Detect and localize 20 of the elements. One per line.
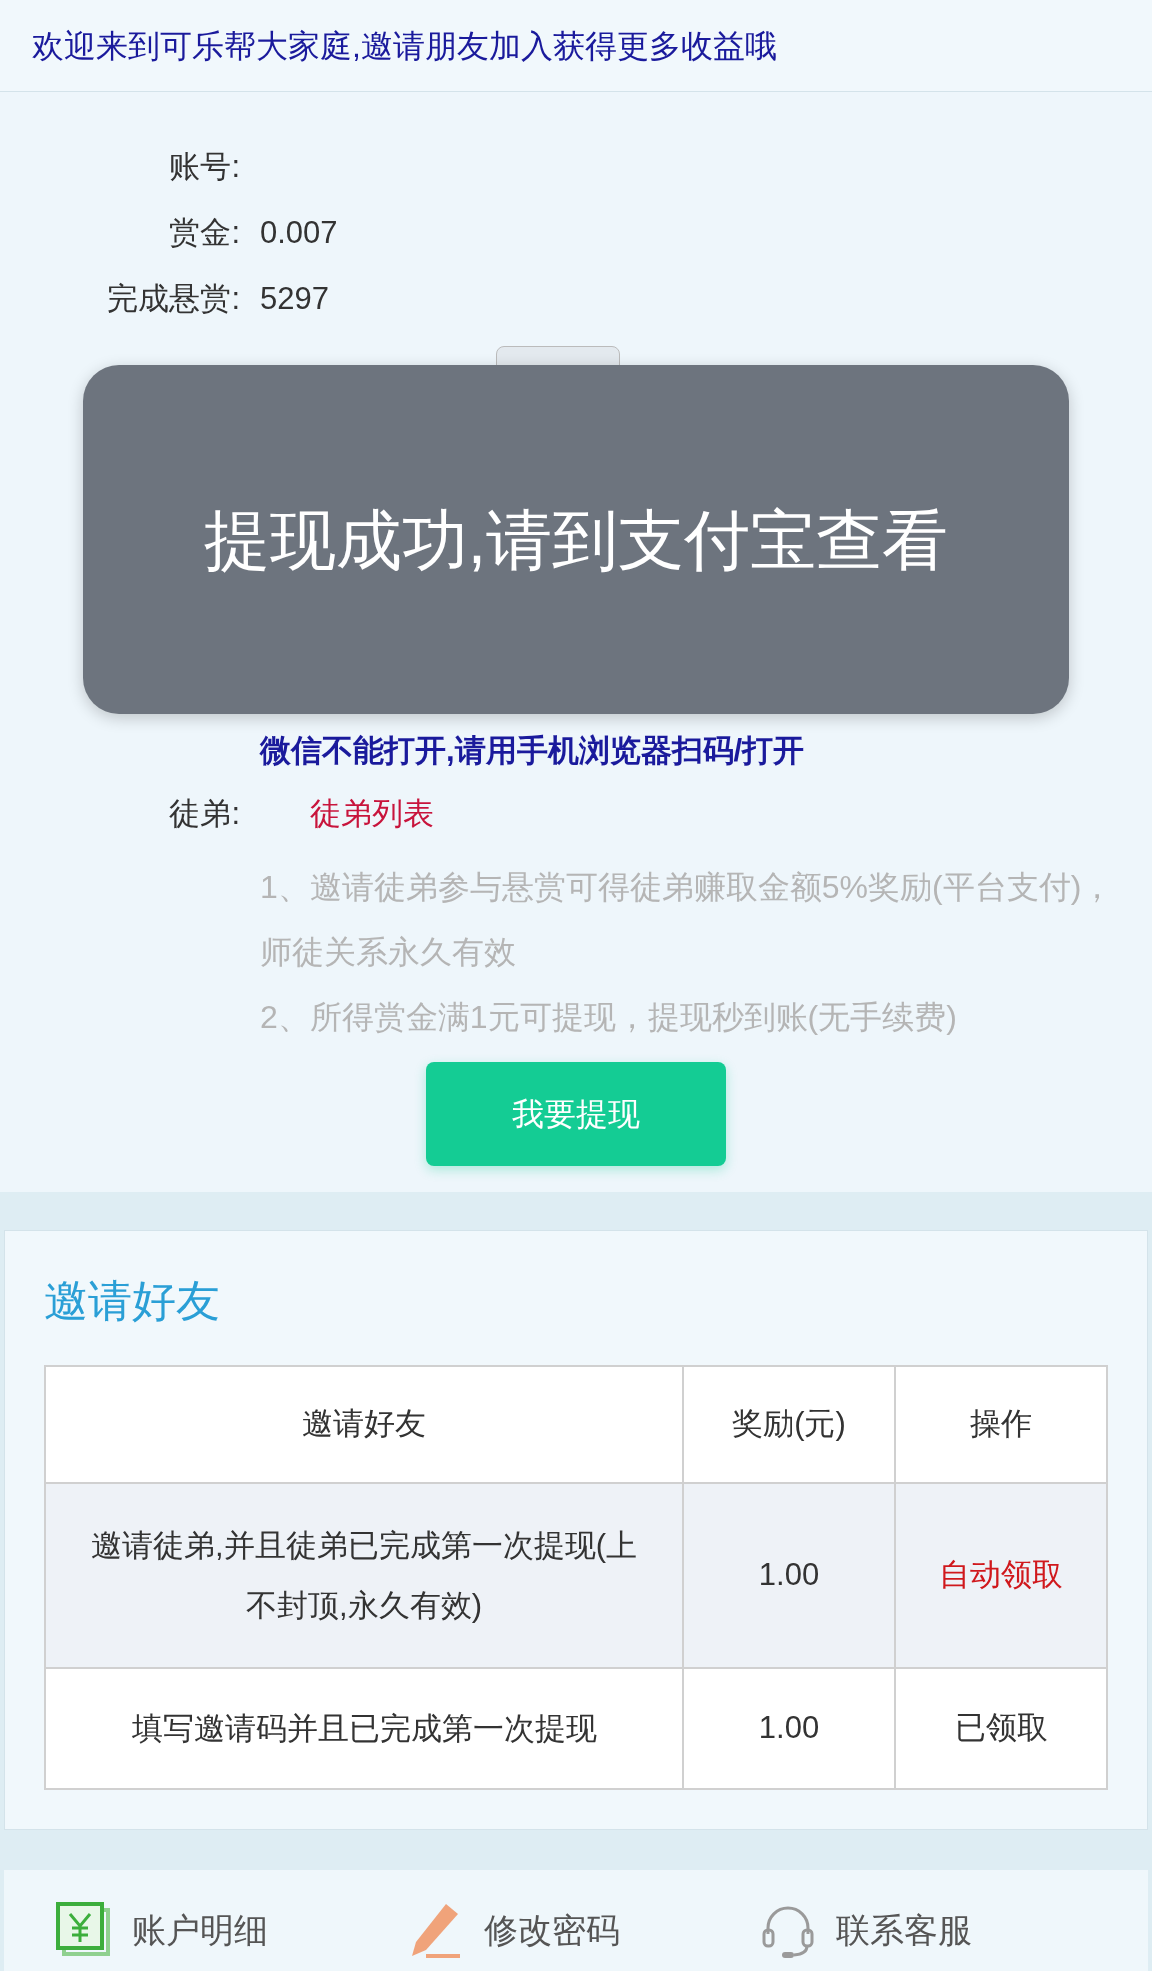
table-cell: 填写邀请码并且已完成第一次提现 xyxy=(45,1668,683,1789)
invite-title: 邀请好友 xyxy=(44,1275,221,1327)
nav-item[interactable]: 修改密码 xyxy=(356,1900,708,1960)
table-cell: 1.00 xyxy=(683,1668,895,1789)
welcome-title: 欢迎来到可乐帮大家庭,邀请朋友加入获得更多收益哦 xyxy=(32,26,777,66)
apprentice-list-link[interactable]: 徒弟列表 xyxy=(310,791,434,838)
note-text: 2、所得赏金满1元可提现，提现秒到账(无手续费) xyxy=(260,997,958,1037)
field-value: 5297 xyxy=(260,279,329,318)
nav-item[interactable]: 联系客服 xyxy=(708,1900,1060,1960)
note-text: 1、邀请徒弟参与悬赏可得徒弟赚取金额5%奖励(平台支付)，师徒关系永久有效 xyxy=(260,867,1115,972)
wechat-notice: 微信不能打开,请用手机浏览器扫码/打开 xyxy=(260,732,806,770)
column-header: 邀请好友 xyxy=(45,1366,683,1483)
field-label: 徒弟: xyxy=(168,795,240,834)
field-label: 赏金: xyxy=(168,213,240,252)
toast-message: 提现成功,请到支付宝查看 xyxy=(203,501,949,579)
field-label: 账号: xyxy=(168,147,240,186)
nav-item[interactable]: 账户明细 xyxy=(4,1900,356,1960)
table-cell: 已领取 xyxy=(895,1668,1107,1789)
field-value: 0.007 xyxy=(260,213,338,252)
field-label: 完成悬赏: xyxy=(106,279,240,318)
